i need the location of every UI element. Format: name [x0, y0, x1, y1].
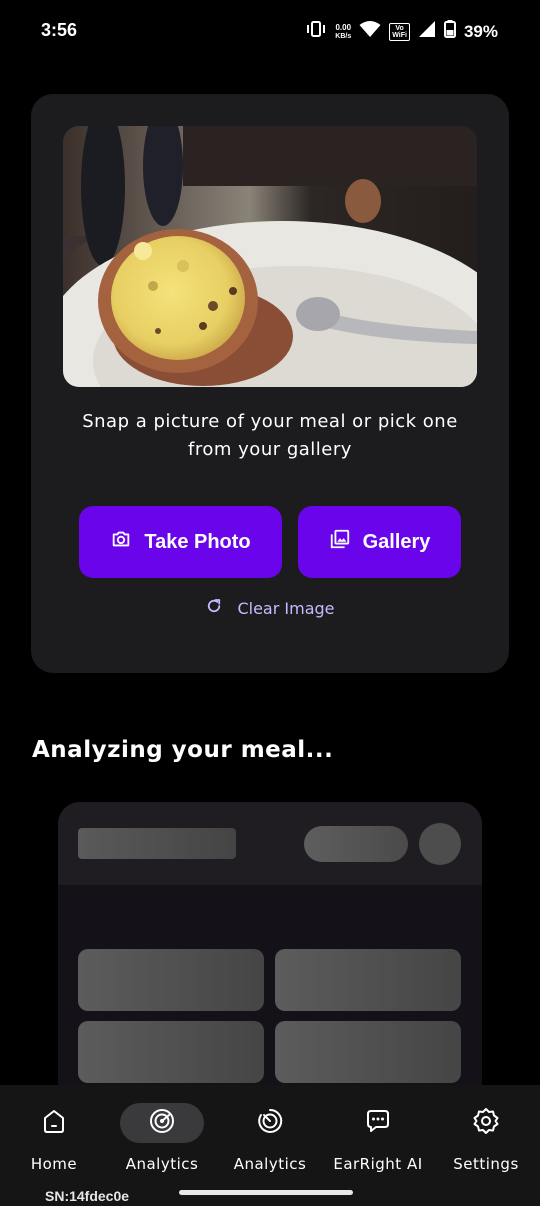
nav-icon-container-active — [120, 1103, 204, 1143]
battery-percent: 39% — [463, 21, 498, 41]
status-icons: 0.00 KB/s Vo WiFi 39% — [305, 20, 498, 43]
signal-icon — [418, 20, 436, 43]
refresh-icon — [205, 597, 223, 619]
meal-capture-card: Snap a picture of your meal or pick one … — [31, 94, 509, 673]
skeleton-tile — [78, 949, 264, 1011]
nav-label-earright-ai: EarRight AI — [333, 1155, 423, 1173]
vibrate-icon — [305, 20, 327, 43]
nav-item-home[interactable]: Home — [0, 1103, 108, 1173]
network-speed: 0.00 KB/s — [335, 23, 351, 41]
wifi-icon — [359, 20, 381, 43]
nav-label-analytics-2: Analytics — [233, 1155, 307, 1173]
analytics-icon — [147, 1106, 177, 1140]
battery-icon — [443, 20, 456, 43]
nav-label-analytics: Analytics — [125, 1155, 199, 1173]
gallery-button[interactable]: Gallery — [298, 506, 461, 578]
clear-image-label: Clear Image — [237, 598, 335, 618]
nav-item-analytics-2[interactable]: Analytics — [216, 1103, 324, 1173]
camera-icon — [110, 528, 132, 556]
skeleton-header — [58, 802, 482, 885]
skeleton-tile — [78, 1021, 264, 1083]
skeleton-title-bar — [78, 828, 236, 859]
gear-icon — [471, 1106, 501, 1140]
nav-label-settings: Settings — [453, 1155, 519, 1173]
status-time: 3:56 — [41, 20, 78, 40]
nav-item-analytics[interactable]: Analytics — [108, 1103, 216, 1173]
vowifi-badge: Vo WiFi — [389, 22, 410, 41]
nav-icon-container — [228, 1103, 312, 1143]
nav-icon-container — [444, 1103, 528, 1143]
chat-icon — [363, 1106, 393, 1140]
skeleton-tile — [275, 1021, 461, 1083]
gallery-icon — [329, 528, 351, 556]
vowifi-bottom: WiFi — [392, 31, 407, 39]
skeleton-pill — [304, 826, 408, 862]
gallery-label: Gallery — [362, 530, 431, 553]
nav-icon-container — [336, 1103, 420, 1143]
take-photo-button[interactable]: Take Photo — [79, 506, 282, 578]
vowifi-top: Vo — [395, 24, 404, 32]
serial-number: SN:14fdec0e — [45, 1188, 130, 1204]
skeleton-avatar — [419, 823, 461, 865]
nav-icon-container — [12, 1103, 96, 1143]
skeleton-tile — [275, 949, 461, 1011]
nav-label-home: Home — [30, 1155, 78, 1173]
network-speed-value: 0.00 — [335, 22, 352, 32]
analyzing-title: Analyzing your meal... — [32, 737, 334, 763]
capture-prompt: Snap a picture of your meal or pick one … — [82, 411, 458, 460]
clear-image-button[interactable]: Clear Image — [31, 597, 509, 619]
meal-photo — [63, 126, 477, 387]
analytics-alt-icon — [255, 1106, 285, 1140]
take-photo-label: Take Photo — [144, 530, 251, 553]
loading-skeleton-card — [58, 802, 482, 1085]
status-bar: 3:56 0.00 KB/s Vo WiFi 39% — [0, 0, 540, 62]
home-icon — [39, 1106, 69, 1140]
network-speed-unit: KB/s — [335, 32, 352, 40]
nav-item-earright-ai[interactable]: EarRight AI — [324, 1103, 432, 1173]
home-indicator[interactable] — [179, 1190, 353, 1195]
nav-item-settings[interactable]: Settings — [432, 1103, 540, 1173]
